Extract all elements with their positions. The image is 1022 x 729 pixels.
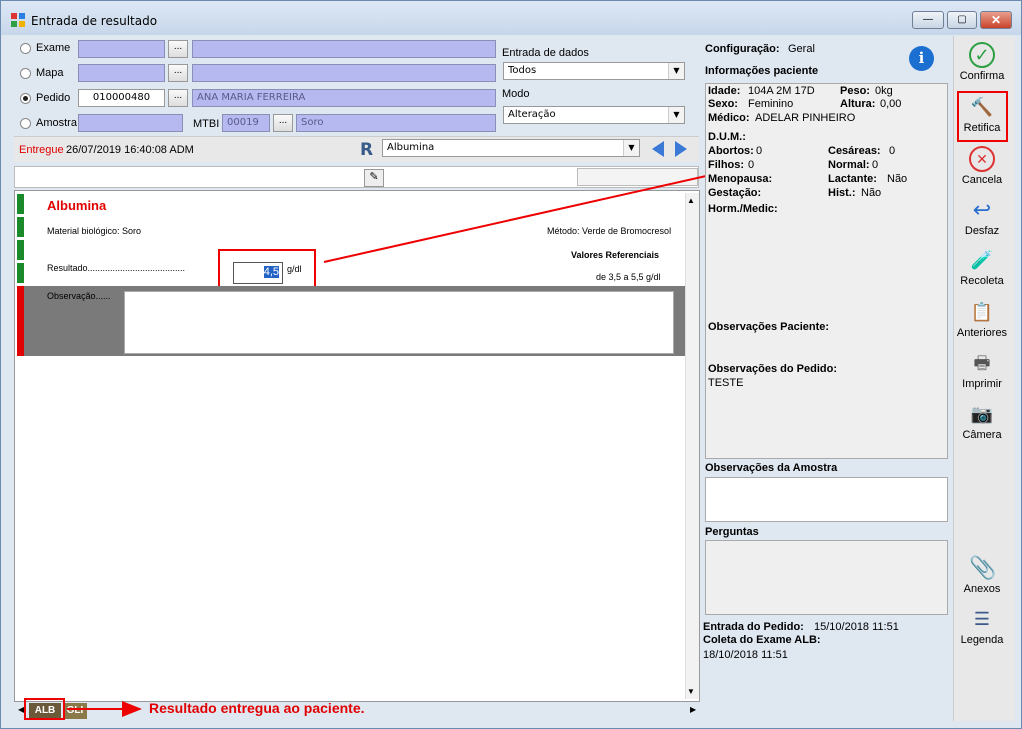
clipboard-chart-icon: 📋 (970, 302, 994, 322)
camera-icon: 📷 (970, 404, 994, 424)
normal-value: 0 (872, 159, 879, 171)
obs-amostra-box[interactable] (705, 477, 948, 522)
paperclip-icon: 📎 (969, 555, 997, 580)
peso-label: Peso: (840, 85, 870, 97)
coleta-value: 18/10/2018 11:51 (703, 649, 788, 661)
info-title: Informações paciente (705, 65, 819, 77)
retifica-highlight-box (957, 91, 1008, 142)
config-value: Geral (788, 43, 815, 55)
cesareas-value: 0 (889, 145, 896, 157)
menopausa-label: Menopausa: (708, 173, 773, 185)
gestacao-label: Gestação: (708, 187, 762, 199)
dum-label: D.U.M.: (708, 131, 746, 143)
cancel-icon: ✕ (969, 146, 995, 172)
obs-pedido-value: TESTE (708, 377, 744, 389)
perguntas-box (705, 540, 948, 615)
perguntas-label: Perguntas (705, 526, 759, 538)
idade-value: 104A 2M 17D (748, 85, 815, 97)
anexos-button[interactable]: 📎 Anexos (952, 555, 1012, 595)
obs-amostra-label: Observações da Amostra (705, 462, 838, 474)
check-icon: ✓ (969, 42, 995, 68)
obs-paciente-label: Observações Paciente: (708, 321, 830, 333)
peso-value: 0kg (875, 85, 893, 97)
legenda-button[interactable]: ☰ Legenda (952, 606, 1012, 646)
imprimir-label: Imprimir (962, 378, 1002, 390)
altura-label: Altura: (840, 98, 876, 110)
cancela-label: Cancela (961, 174, 1003, 186)
undo-icon: ↩ (972, 197, 992, 222)
altura-value: 0,00 (880, 98, 902, 110)
camera-label: Câmera (962, 429, 1002, 441)
medico-label: Médico: (708, 112, 750, 124)
test-tube-icon: 🧪 (970, 250, 994, 270)
recoleta-label: Recoleta (960, 275, 1004, 287)
config-label: Configuração: (705, 43, 780, 55)
filhos-label: Filhos: (708, 159, 745, 171)
cesareas-label: Cesáreas: (828, 145, 881, 157)
abortos-value: 0 (756, 145, 763, 157)
obs-pedido-label: Observações do Pedido: (708, 363, 837, 375)
legend-list-icon: ☰ (973, 609, 991, 629)
camera-button[interactable]: 📷 Câmera (952, 401, 1012, 441)
hist-label: Hist.: (828, 187, 856, 199)
anteriores-label: Anteriores (956, 327, 1008, 339)
idade-label: Idade: (708, 85, 741, 97)
recoleta-button[interactable]: 🧪 Recoleta (952, 247, 1012, 287)
sexo-label: Sexo: (708, 98, 738, 110)
filhos-value: 0 (748, 159, 755, 171)
desfaz-button[interactable]: ↩ Desfaz (952, 197, 1012, 237)
normal-label: Normal: (828, 159, 870, 171)
entrada-pedido-label: Entrada do Pedido: (703, 621, 804, 633)
cancela-button[interactable]: ✕ Cancela (952, 146, 1012, 186)
hormedic-label: Horm./Medic: (708, 203, 778, 215)
legenda-label: Legenda (960, 634, 1004, 646)
hist-value: Não (861, 187, 882, 199)
anteriores-button[interactable]: 📋 Anteriores (952, 299, 1012, 339)
lactante-value: Não (887, 173, 908, 185)
desfaz-label: Desfaz (964, 225, 1000, 237)
lactante-label: Lactante: (828, 173, 877, 185)
confirma-button[interactable]: ✓ Confirma (952, 42, 1012, 82)
coleta-label: Coleta do Exame ALB: (703, 634, 821, 646)
info-icon[interactable]: i (909, 46, 934, 71)
imprimir-button[interactable]: 🖶 Imprimir (952, 350, 1012, 390)
confirma-label: Confirma (959, 70, 1005, 82)
entrada-pedido-value: 15/10/2018 11:51 (814, 621, 899, 633)
medico-value: ADELAR PINHEIRO (755, 112, 856, 124)
printer-icon: 🖶 (973, 353, 991, 373)
sexo-value: Feminino (748, 98, 794, 110)
abortos-label: Abortos: (708, 145, 754, 157)
anexos-label: Anexos (963, 583, 1001, 595)
